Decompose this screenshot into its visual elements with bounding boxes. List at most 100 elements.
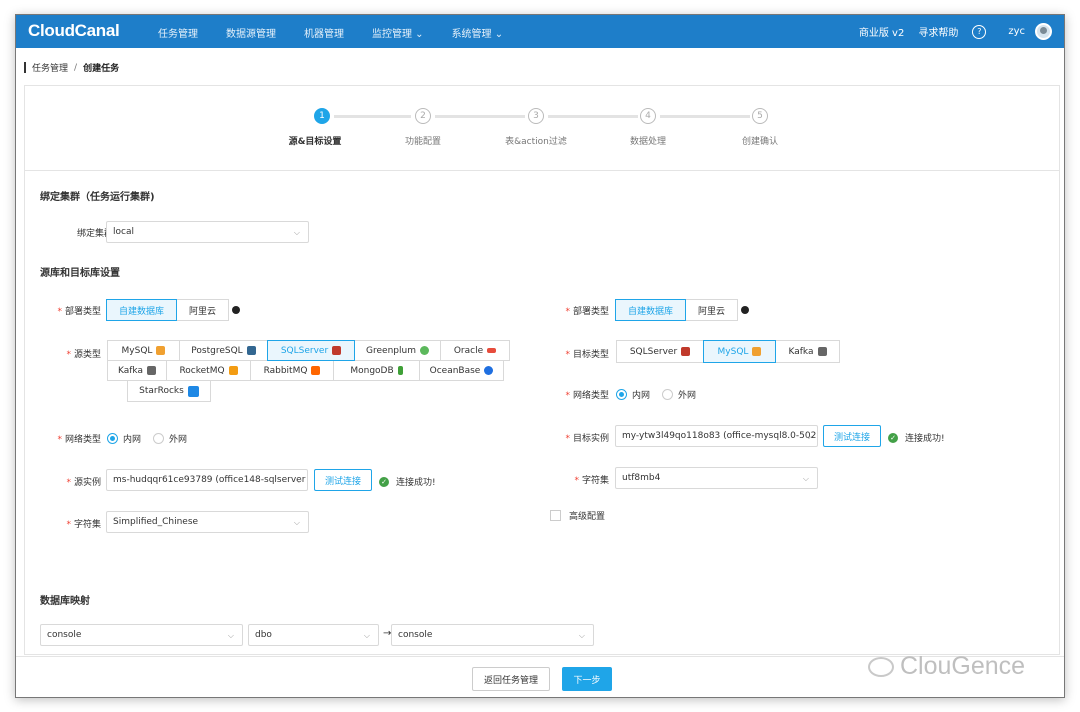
step-connector (548, 115, 638, 118)
edition-label[interactable]: 商业版 v2 (859, 24, 904, 39)
target-type-mysql[interactable]: MySQL (703, 340, 776, 363)
source-network-intranet-radio[interactable] (107, 433, 118, 444)
target-deploy-selfhosted[interactable]: 自建数据库 (615, 299, 687, 321)
target-charset-label-text: 字符集 (581, 476, 609, 486)
source-test-connection-button[interactable]: 测试连接 (314, 469, 373, 491)
chevron-down-icon: ⌵ (578, 631, 585, 640)
mysql-icon (156, 346, 166, 355)
target-network-public-radio[interactable] (662, 389, 674, 400)
source-instance-select[interactable]: ms-hudqqr61ce93789 (office148-sqlserver … (106, 469, 308, 491)
starrocks-icon (187, 385, 199, 397)
mysql-icon (752, 347, 762, 356)
target-type-label: * 目标类型 (553, 347, 609, 360)
required-asterisk: * (66, 520, 71, 530)
step-4-circle: 4 (640, 108, 656, 124)
source-deploy-aliyun[interactable]: 阿里云 (176, 299, 230, 321)
avatar[interactable] (1035, 23, 1052, 40)
target-network-radio-group: 内网 外网 (616, 388, 708, 401)
source-type-mongodb[interactable]: MongoDB (333, 360, 420, 381)
nav-item-machines[interactable]: 机器管理 (304, 25, 344, 40)
target-deploy-group: 自建数据库 阿里云 (615, 299, 739, 321)
info-icon[interactable] (741, 306, 749, 314)
db-section-title: 源库和目标库设置 (40, 268, 120, 279)
main-content: 1 2 3 4 5 源&目标设置 功能配置 表&action过滤 数据处理 创建… (24, 85, 1060, 655)
source-type-sqlserver[interactable]: SQLServer (267, 340, 355, 361)
target-deploy-label-text: 部署类型 (572, 307, 609, 317)
source-deploy-label-text: 部署类型 (64, 307, 101, 317)
target-type-kafka-text: Kafka (788, 346, 814, 357)
mapping-target-db-select[interactable]: console ⌵ (391, 624, 594, 646)
mapping-source-db-value: console (47, 630, 82, 640)
source-type-rabbitmq-text: RabbitMQ (263, 365, 308, 376)
nav-item-system[interactable]: 系统管理 ⌄ (452, 25, 504, 40)
target-network-intranet-label[interactable]: 内网 (632, 388, 650, 401)
advanced-config-label[interactable]: 高级配置 (569, 509, 605, 522)
source-network-public-label[interactable]: 外网 (169, 432, 187, 445)
breadcrumb-parent[interactable]: 任务管理 (32, 61, 68, 74)
source-deploy-selfhosted[interactable]: 自建数据库 (106, 299, 178, 321)
target-type-kafka[interactable]: Kafka (775, 340, 840, 363)
source-type-row: Kafka RocketMQ RabbitMQ MongoDB OceanBas… (107, 360, 510, 381)
top-right-area: 商业版 v2 寻求帮助 ? zyc (845, 23, 1052, 40)
target-instance-select[interactable]: my-ytw3l49qo118o83 (office-mysql8.0-502 … (615, 425, 818, 447)
source-type-starrocks[interactable]: StarRocks (127, 380, 211, 402)
source-type-rocketmq-text: RocketMQ (179, 365, 225, 376)
source-type-starrocks-text: StarRocks (139, 386, 184, 396)
source-type-greenplum-text: Greenplum (366, 345, 416, 356)
source-instance-label-text: 源实例 (73, 478, 101, 488)
step-4-label: 数据处理 (629, 137, 667, 147)
brand-logo[interactable]: CloudCanal (28, 21, 120, 41)
source-type-postgresql[interactable]: PostgreSQL (179, 340, 268, 361)
back-to-tasks-button[interactable]: 返回任务管理 (472, 667, 551, 691)
target-deploy-aliyun[interactable]: 阿里云 (685, 299, 739, 321)
source-charset-select[interactable]: Simplified_Chinese ⌵ (106, 511, 309, 533)
source-instance-label: * 源实例 (45, 475, 101, 488)
source-type-oceanbase[interactable]: OceanBase (419, 360, 504, 381)
oceanbase-icon (484, 366, 494, 375)
target-charset-select[interactable]: utf8mb4 ⌵ (615, 467, 818, 489)
source-type-rabbitmq[interactable]: RabbitMQ (250, 360, 334, 381)
source-type-label: * 源类型 (45, 347, 101, 360)
source-type-greenplum[interactable]: Greenplum (354, 340, 441, 361)
required-asterisk: * (57, 435, 62, 445)
target-type-sqlserver[interactable]: SQLServer (616, 340, 704, 363)
advanced-config-checkbox[interactable]: 高级配置 (550, 509, 605, 522)
target-type-grid: SQLServer MySQL Kafka (616, 340, 840, 363)
target-type-mysql-text: MySQL (717, 346, 749, 357)
advanced-config-box[interactable] (550, 510, 561, 521)
required-asterisk: * (66, 478, 71, 488)
nav-item-tasks[interactable]: 任务管理 (158, 25, 198, 40)
target-test-connection-button[interactable]: 测试连接 (823, 425, 882, 447)
chevron-down-icon: ⌵ (293, 518, 300, 527)
next-step-button[interactable]: 下一步 (562, 667, 612, 691)
breadcrumb: 任务管理 / 创建任务 (24, 61, 119, 74)
mapping-schema-select[interactable]: dbo ⌵ (248, 624, 379, 646)
target-network-public-label[interactable]: 外网 (678, 388, 696, 401)
step-connector (435, 115, 525, 118)
source-type-rocketmq[interactable]: RocketMQ (166, 360, 251, 381)
nav-item-monitoring[interactable]: 监控管理 ⌄ (372, 25, 424, 40)
required-asterisk: * (565, 307, 570, 317)
cluster-select[interactable]: local ⌵ (106, 221, 309, 243)
nav-item-datasources[interactable]: 数据源管理 (226, 25, 276, 40)
watermark-text: ClouGence (900, 652, 1026, 680)
mapping-source-db-select[interactable]: console ⌵ (40, 624, 243, 646)
source-type-row: MySQL PostgreSQL SQLServer Greenplum Ora… (107, 340, 510, 361)
username[interactable]: zyc (1008, 26, 1025, 37)
source-type-kafka-text: Kafka (118, 365, 143, 376)
target-network-intranet-radio[interactable] (616, 389, 627, 400)
required-asterisk: * (574, 476, 579, 486)
source-type-kafka[interactable]: Kafka (107, 360, 167, 381)
kafka-icon (817, 347, 827, 356)
source-type-mysql[interactable]: MySQL (107, 340, 180, 361)
help-link[interactable]: 寻求帮助 (918, 24, 958, 39)
source-type-oracle[interactable]: Oracle (440, 340, 510, 361)
mapping-section-title: 数据库映射 (40, 596, 90, 607)
target-charset-label: * 字符集 (553, 473, 609, 486)
target-connection-status-text: 连接成功! (905, 434, 945, 444)
source-network-intranet-label[interactable]: 内网 (123, 432, 141, 445)
info-icon[interactable] (232, 306, 240, 314)
source-network-public-radio[interactable] (153, 433, 165, 444)
question-icon[interactable]: ? (972, 24, 987, 39)
cluster-section-title: 绑定集群（任务运行集群) (40, 192, 155, 203)
